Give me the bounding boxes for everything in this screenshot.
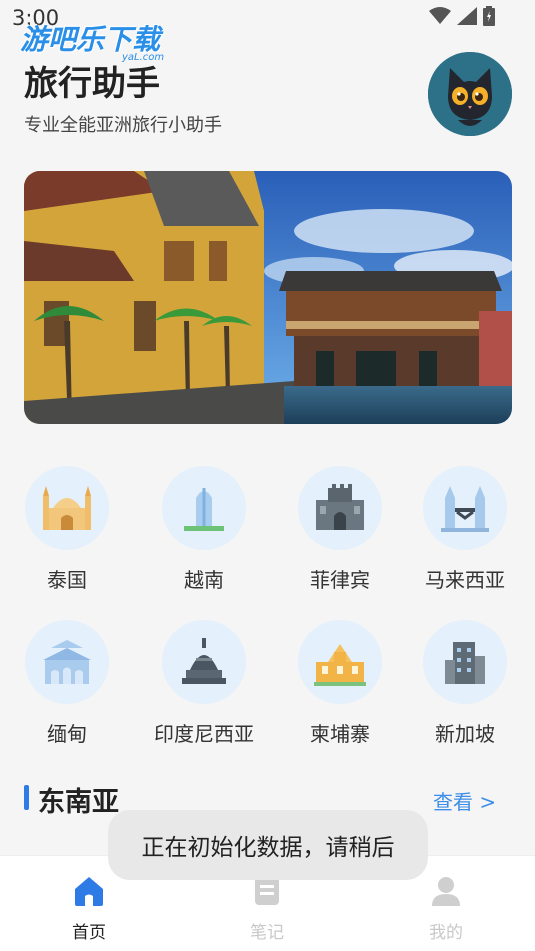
country-icon-circle <box>298 466 382 550</box>
battery-icon <box>483 6 495 26</box>
tab-notes-label: 笔记 <box>250 923 284 943</box>
country-label: 印度尼西亚 <box>154 722 254 746</box>
page-title: 旅行助手 <box>24 64 160 104</box>
country-cambodia[interactable]: 柬埔寨 <box>270 620 410 747</box>
country-label: 缅甸 <box>47 722 87 746</box>
hoi-an-bridge-image <box>24 171 512 424</box>
home-icon <box>75 877 103 906</box>
country-label: 新加坡 <box>435 722 495 746</box>
country-label: 柬埔寨 <box>310 722 370 746</box>
cat-avatar-icon <box>428 52 512 136</box>
stupa-icon <box>182 638 226 684</box>
country-icon-circle <box>423 466 507 550</box>
country-icon-circle <box>162 620 246 704</box>
country-myanmar[interactable]: 缅甸 <box>0 620 137 747</box>
fortress-icon <box>316 484 364 530</box>
country-icon-circle <box>25 466 109 550</box>
wifi-icon <box>429 7 451 24</box>
country-label: 泰国 <box>47 568 87 592</box>
user-icon <box>432 877 460 906</box>
signal-icon <box>457 7 477 25</box>
tab-home-label: 首页 <box>72 923 106 943</box>
country-icon-circle <box>162 466 246 550</box>
tab-mine[interactable]: 我的 <box>406 874 486 943</box>
country-indonesia[interactable]: 印度尼西亚 <box>134 620 274 747</box>
temple-icon <box>43 486 91 530</box>
country-icon-circle <box>25 620 109 704</box>
country-thailand[interactable]: 泰国 <box>0 466 137 593</box>
building-icon <box>445 642 485 684</box>
page-subtitle: 专业全能亚洲旅行小助手 <box>24 115 222 136</box>
section-accent-bar <box>24 785 29 810</box>
angkor-icon <box>314 644 366 686</box>
country-vietnam[interactable]: 越南 <box>134 466 274 593</box>
avatar[interactable] <box>428 52 512 136</box>
country-label: 越南 <box>184 568 224 592</box>
country-malaysia[interactable]: 马来西亚 <box>395 466 535 593</box>
tab-notes[interactable]: 笔记 <box>227 874 307 943</box>
country-philippines[interactable]: 菲律宾 <box>270 466 410 593</box>
tab-mine-label: 我的 <box>429 923 463 943</box>
tower-icon <box>184 488 224 531</box>
country-icon-circle <box>298 620 382 704</box>
section-title: 东南亚 <box>38 787 119 818</box>
status-icons <box>429 6 495 26</box>
twin-towers-icon <box>441 486 489 532</box>
view-more-link[interactable]: 查看 > <box>433 786 496 815</box>
country-label: 马来西亚 <box>425 568 505 592</box>
palace-icon <box>43 640 91 684</box>
country-icon-circle <box>423 620 507 704</box>
banner-image[interactable] <box>24 171 512 424</box>
toast-message: 正在初始化数据，请稍后 <box>108 810 428 880</box>
country-singapore[interactable]: 新加坡 <box>395 620 535 747</box>
tab-home[interactable]: 首页 <box>49 874 129 943</box>
country-label: 菲律宾 <box>310 568 370 592</box>
